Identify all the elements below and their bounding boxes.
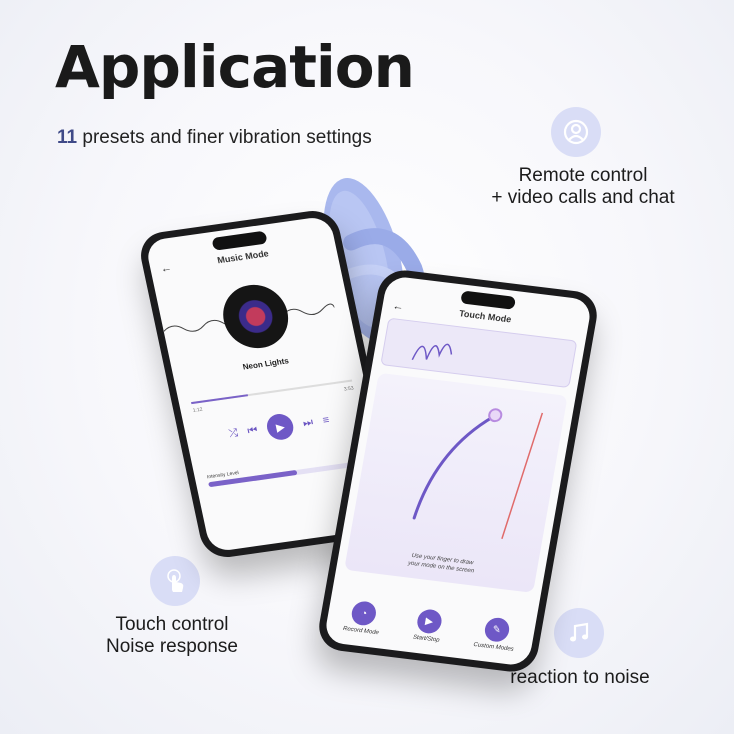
feature-remote-text: Remote control + video calls and chat	[468, 165, 698, 209]
page-title: Application	[55, 33, 415, 101]
back-arrow-icon[interactable]: ←	[392, 300, 405, 313]
feature-touch-text: Touch control Noise response	[82, 614, 262, 658]
shuffle-icon[interactable]: ⤮	[228, 427, 239, 441]
drawn-curve	[412, 408, 544, 539]
draw-canvas[interactable]: Use your finger to draw your mode on the…	[344, 372, 568, 593]
mode-buttons: ◔ Record Mode ▶ Start/Stop ✎ Custom Mode…	[325, 597, 535, 655]
draw-hint: Use your finger to draw your mode on the…	[346, 544, 538, 583]
subtitle-text: presets and finer vibration settings	[77, 127, 372, 148]
music-note-icon	[554, 608, 604, 658]
custom-modes-button[interactable]: ✎ Custom Modes	[472, 615, 519, 653]
phone-notch	[460, 290, 517, 310]
next-icon[interactable]: ⏭	[302, 416, 315, 430]
record-mode-button[interactable]: ◔ Record Mode	[342, 599, 384, 636]
play-icon: ▶	[415, 608, 444, 635]
start-stop-label: Start/Stop	[412, 634, 440, 644]
feature-remote-line1: Remote control	[518, 165, 648, 186]
time-start: 1:12	[192, 406, 204, 414]
phone-notch	[211, 230, 268, 251]
record-mode-label: Record Mode	[342, 625, 380, 637]
list-icon[interactable]: ≡	[322, 414, 331, 427]
touch-hand-icon	[150, 556, 200, 606]
feature-touch-line2: Noise response	[105, 636, 239, 657]
previous-icon[interactable]: ⏮	[246, 424, 259, 438]
custom-modes-label: Custom Modes	[472, 641, 515, 653]
start-stop-button[interactable]: ▶ Start/Stop	[412, 608, 444, 644]
subtitle: 11 presets and finer vibration settings	[57, 127, 372, 149]
record-icon: ◔	[349, 600, 379, 627]
time-end: 3:53	[343, 385, 355, 393]
song-title: Neon Lights	[241, 356, 290, 372]
album-vinyl	[217, 280, 295, 353]
person-video-icon	[551, 107, 601, 157]
feature-touch-line1: Touch control	[115, 614, 229, 635]
play-button[interactable]: ▶	[264, 412, 296, 442]
back-arrow-icon[interactable]: ←	[160, 262, 173, 275]
custom-icon: ✎	[482, 616, 511, 643]
presets-count: 11	[57, 127, 78, 148]
feature-remote-line2: + video calls and chat	[491, 187, 675, 208]
